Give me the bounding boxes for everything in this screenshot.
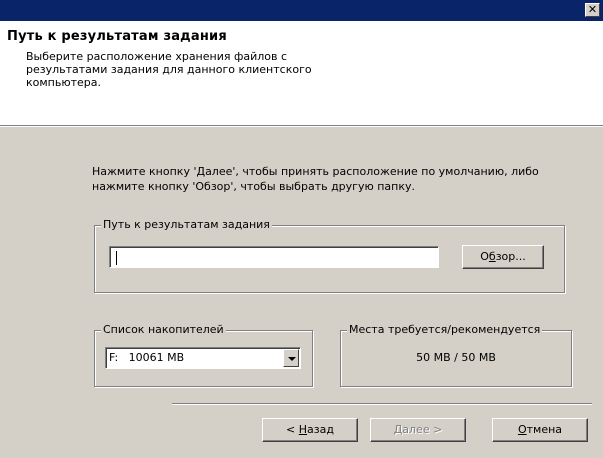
browse-label-suffix: зор... (495, 250, 526, 263)
button-separator (172, 403, 592, 405)
close-icon: ✕ (587, 3, 598, 16)
next-label-suffix: алее > (402, 423, 443, 436)
header-divider (0, 125, 603, 127)
browse-button[interactable]: Обзор... (462, 245, 544, 269)
space-group: Места требуется/рекомендуется 50 MB / 50… (340, 323, 572, 387)
drive-selected-value: F: 10061 MB (109, 351, 185, 364)
path-input[interactable] (109, 246, 439, 268)
drive-group: Список накопителей F: 10061 MB (94, 323, 313, 387)
header-panel: Путь к результатам задания Выберите расп… (0, 21, 603, 125)
page-title: Путь к результатам задания (7, 29, 227, 44)
dropdown-button[interactable] (283, 349, 299, 367)
drive-group-label: Список накопителей (101, 323, 226, 337)
space-value: 50 MB / 50 MB (416, 351, 496, 364)
back-label-prefix: < (286, 423, 299, 436)
back-label-suffix: азад (307, 423, 334, 436)
space-group-label: Места требуется/рекомендуется (347, 323, 543, 337)
back-button[interactable]: < Назад (262, 418, 358, 442)
cancel-button[interactable]: Отмена (492, 418, 588, 442)
page-description: Выберите расположение хранения файлов с … (26, 50, 312, 89)
browse-label-prefix: О (480, 250, 489, 263)
next-accelerator: Д (393, 423, 403, 436)
close-button[interactable]: ✕ (585, 3, 600, 17)
cancel-accelerator: О (517, 423, 527, 436)
path-group-label: Путь к результатам задания (101, 218, 272, 232)
next-button[interactable]: Далее > (370, 418, 466, 442)
back-accelerator: Н (298, 423, 308, 436)
instruction-text: Нажмите кнопку 'Далее', чтобы принять ра… (92, 165, 539, 193)
browse-accelerator: б (488, 250, 496, 263)
path-group: Путь к результатам задания Обзор... (94, 218, 565, 293)
chevron-down-icon (288, 357, 296, 361)
text-caret (116, 251, 117, 265)
title-bar: ✕ (0, 0, 603, 21)
drive-select[interactable]: F: 10061 MB (105, 347, 301, 369)
cancel-label-suffix: тмена (526, 423, 563, 436)
